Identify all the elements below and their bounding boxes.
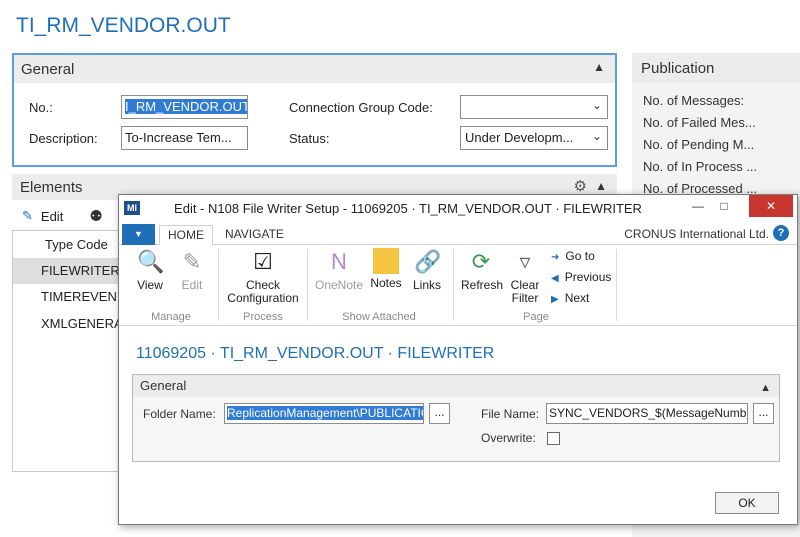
company-name: CRONUS International Ltd. bbox=[624, 227, 769, 241]
process-group-label: Process bbox=[243, 311, 283, 323]
next-button[interactable]: ▶ Next bbox=[551, 291, 589, 305]
refresh-icon: ⟳ bbox=[471, 249, 491, 274]
onenote-icon: N bbox=[331, 249, 347, 274]
tab-home[interactable]: HOME bbox=[159, 225, 213, 246]
publication-header: Publication bbox=[632, 53, 800, 83]
connection-group-select[interactable]: ⌄ bbox=[460, 95, 608, 119]
view-button[interactable]: 🔍 View bbox=[134, 248, 166, 292]
links-icon: 🔗 bbox=[414, 249, 442, 274]
ribbon-separator bbox=[453, 249, 454, 321]
type-code-column-header[interactable]: Type Code bbox=[45, 237, 108, 252]
no-field[interactable]: I_RM_VENDOR.OUT bbox=[121, 95, 248, 119]
chevron-down-icon: ⌄ bbox=[591, 129, 602, 143]
chevron-up-icon[interactable]: ▲ bbox=[595, 179, 607, 193]
file-writer-setup-dialog: Ml Edit - N108 File Writer Setup - 11069… bbox=[118, 194, 798, 525]
ribbon-separator bbox=[218, 249, 219, 321]
publication-item: No. of Pending M... bbox=[643, 137, 755, 152]
goto-button[interactable]: ➜ Go to bbox=[551, 249, 595, 263]
file-name-field[interactable]: SYNC_VENDORS_$(MessageNumber).... bbox=[546, 403, 748, 424]
close-icon[interactable]: ✕ bbox=[749, 195, 793, 217]
connection-group-label: Connection Group Code: bbox=[289, 100, 433, 115]
publication-item: No. of In Process ... bbox=[643, 159, 758, 174]
status-select[interactable]: Under Developm... ⌄ bbox=[460, 126, 608, 150]
ribbon: 🔍 View ✎ Edit Manage ☑ Check Configurati… bbox=[119, 245, 797, 326]
folder-name-field[interactable]: ReplicationManagement\PUBLICATION bbox=[224, 403, 424, 424]
page-group-label: Page bbox=[523, 311, 549, 323]
dialog-subtitle: 11069205 · TI_RM_VENDOR.OUT · FILEWRITER bbox=[136, 345, 495, 362]
binoculars-icon[interactable]: ⚉ bbox=[89, 207, 102, 225]
overwrite-checkbox[interactable] bbox=[547, 432, 560, 445]
dialog-general-header-label: General bbox=[140, 378, 187, 393]
overwrite-label: Overwrite: bbox=[481, 431, 536, 445]
dialog-general-fasttab: General ▲ Folder Name: ReplicationManage… bbox=[132, 374, 780, 462]
ribbon-tabs: ▼ HOME NAVIGATE CRONUS International Ltd… bbox=[119, 222, 797, 246]
manage-group-label: Manage bbox=[151, 311, 191, 323]
chevron-down-icon: ⌄ bbox=[591, 98, 602, 112]
chevron-up-icon[interactable]: ▲ bbox=[593, 60, 605, 74]
dialog-general-header[interactable]: General ▲ bbox=[133, 375, 779, 397]
list-item[interactable]: XMLGENERA bbox=[13, 311, 123, 337]
chevron-up-icon[interactable]: ▲ bbox=[760, 377, 771, 399]
edit-ribbon-button[interactable]: ✎ Edit bbox=[177, 248, 207, 292]
publication-item: No. of Messages: bbox=[643, 93, 745, 108]
ok-button[interactable]: OK bbox=[715, 492, 779, 514]
list-item[interactable]: TIMEREVEN bbox=[13, 284, 123, 310]
status-label: Status: bbox=[289, 131, 330, 146]
file-name-label: File Name: bbox=[481, 407, 540, 421]
ribbon-separator bbox=[307, 249, 308, 321]
onenote-button[interactable]: N OneNote bbox=[314, 248, 364, 292]
pencil-icon: ✎ bbox=[182, 249, 202, 274]
general-header[interactable]: General ▲ bbox=[14, 55, 615, 83]
tab-navigate[interactable]: NAVIGATE bbox=[217, 225, 292, 246]
edit-button[interactable]: Edit bbox=[41, 209, 63, 224]
links-button[interactable]: 🔗 Links bbox=[411, 248, 443, 292]
check-configuration-button[interactable]: ☑ Check Configuration bbox=[225, 248, 301, 305]
elements-header-label: Elements bbox=[20, 178, 83, 196]
arrow-left-icon: ◀ bbox=[551, 273, 559, 284]
ribbon-separator bbox=[616, 249, 617, 321]
folder-assist-button[interactable]: ... bbox=[429, 403, 450, 424]
publication-item: No. of Failed Mes... bbox=[643, 115, 756, 130]
notes-button[interactable]: Notes bbox=[369, 248, 403, 290]
dialog-titlebar[interactable]: Ml Edit - N108 File Writer Setup - 11069… bbox=[119, 195, 797, 222]
pencil-icon[interactable]: ✎ bbox=[22, 208, 33, 224]
view-icon: 🔍 bbox=[137, 249, 165, 274]
folder-name-label: Folder Name: bbox=[143, 407, 216, 421]
minimize-icon[interactable]: — bbox=[685, 195, 711, 217]
dialog-title: Edit - N108 File Writer Setup - 11069205… bbox=[174, 201, 642, 216]
description-label: Description: bbox=[29, 131, 98, 146]
arrow-right-icon: ➜ bbox=[551, 252, 560, 263]
file-assist-button[interactable]: ... bbox=[753, 403, 774, 424]
no-label: No.: bbox=[29, 100, 53, 115]
arrow-right-icon: ▶ bbox=[551, 294, 559, 305]
general-header-label: General bbox=[21, 60, 75, 78]
description-field[interactable]: To-Increase Tem... bbox=[121, 126, 248, 150]
checklist-icon: ☑ bbox=[253, 249, 273, 274]
maximize-icon[interactable]: □ bbox=[711, 195, 737, 217]
notes-icon bbox=[373, 248, 399, 274]
refresh-button[interactable]: ⟳ Refresh bbox=[461, 248, 503, 292]
show-attached-group-label: Show Attached bbox=[342, 311, 416, 323]
list-item[interactable]: FILEWRITER bbox=[13, 258, 123, 284]
previous-button[interactable]: ◀ Previous bbox=[551, 270, 611, 284]
application-menu-button[interactable]: ▼ bbox=[122, 224, 155, 245]
page-title: TI_RM_VENDOR.OUT bbox=[16, 14, 231, 37]
help-icon[interactable]: ? bbox=[773, 225, 789, 241]
general-fasttab: General ▲ No.: I_RM_VENDOR.OUT Descripti… bbox=[12, 53, 617, 167]
clear-filter-icon: ▿ bbox=[519, 249, 531, 274]
gear-icon[interactable]: ⚙ bbox=[574, 177, 587, 195]
clear-filter-button[interactable]: ▿ Clear Filter bbox=[505, 248, 545, 305]
